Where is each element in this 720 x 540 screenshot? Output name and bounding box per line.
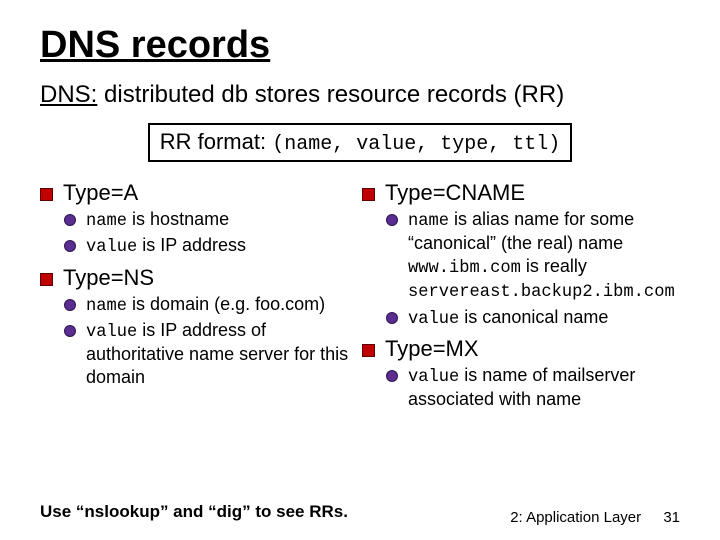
rr-format-prefix: RR format: xyxy=(160,129,272,154)
subtitle-rest: distributed db stores resource records (… xyxy=(97,81,564,108)
bullet-text: name is hostname xyxy=(86,208,229,232)
rr-format-box-wrap: RR format: (name, value, type, ttl) xyxy=(40,123,680,162)
square-bullet-icon xyxy=(362,344,375,357)
rr-format-tuple: (name, value, type, ttl) xyxy=(272,133,560,156)
type-ns-heading: Type=NS xyxy=(40,265,358,291)
circle-bullet-icon xyxy=(386,370,398,382)
slide-title: DNS records xyxy=(40,24,680,67)
type-ns-label: Type=NS xyxy=(63,265,154,291)
bullet-text: value is name of mailserver associated w… xyxy=(408,364,680,411)
slide: DNS records DNS: distributed db stores r… xyxy=(0,0,720,540)
square-bullet-icon xyxy=(40,273,53,286)
slide-subtitle: DNS: distributed db stores resource reco… xyxy=(40,81,680,109)
circle-bullet-icon xyxy=(386,214,398,226)
type-a-heading: Type=A xyxy=(40,180,358,206)
type-ns-bullet-2: value is IP address of authoritative nam… xyxy=(64,319,358,388)
type-mx-bullet-1: value is name of mailserver associated w… xyxy=(386,364,680,411)
type-a-label: Type=A xyxy=(63,180,138,206)
bullet-text: name is alias name for some “canonical” … xyxy=(408,208,680,304)
footer: 2: Application Layer 31 xyxy=(510,509,680,526)
type-cname-label: Type=CNAME xyxy=(385,180,525,206)
tip-text: Use “nslookup” and “dig” to see RRs. xyxy=(40,502,348,522)
type-ns-bullet-1: name is domain (e.g. foo.com) xyxy=(64,293,358,317)
content-columns: Type=A name is hostname value is IP addr… xyxy=(40,174,680,413)
type-mx-heading: Type=MX xyxy=(362,336,680,362)
square-bullet-icon xyxy=(40,188,53,201)
type-cname-heading: Type=CNAME xyxy=(362,180,680,206)
circle-bullet-icon xyxy=(64,299,76,311)
bullet-text: value is canonical name xyxy=(408,306,608,330)
left-column: Type=A name is hostname value is IP addr… xyxy=(40,174,358,413)
type-cname-bullet-2: value is canonical name xyxy=(386,306,680,330)
type-a-bullet-1: name is hostname xyxy=(64,208,358,232)
bullet-text: value is IP address of authoritative nam… xyxy=(86,319,358,388)
type-cname-bullet-1: name is alias name for some “canonical” … xyxy=(386,208,680,304)
circle-bullet-icon xyxy=(64,214,76,226)
right-column: Type=CNAME name is alias name for some “… xyxy=(362,174,680,413)
circle-bullet-icon xyxy=(64,325,76,337)
footer-section: 2: Application Layer xyxy=(510,509,641,526)
footer-page-number: 31 xyxy=(663,509,680,526)
type-mx-label: Type=MX xyxy=(385,336,479,362)
type-a-bullet-2: value is IP address xyxy=(64,234,358,258)
bullet-text: value is IP address xyxy=(86,234,246,258)
circle-bullet-icon xyxy=(386,312,398,324)
square-bullet-icon xyxy=(362,188,375,201)
rr-format-box: RR format: (name, value, type, ttl) xyxy=(148,123,573,162)
bullet-text: name is domain (e.g. foo.com) xyxy=(86,293,325,317)
subtitle-prefix: DNS: xyxy=(40,81,97,108)
circle-bullet-icon xyxy=(64,240,76,252)
